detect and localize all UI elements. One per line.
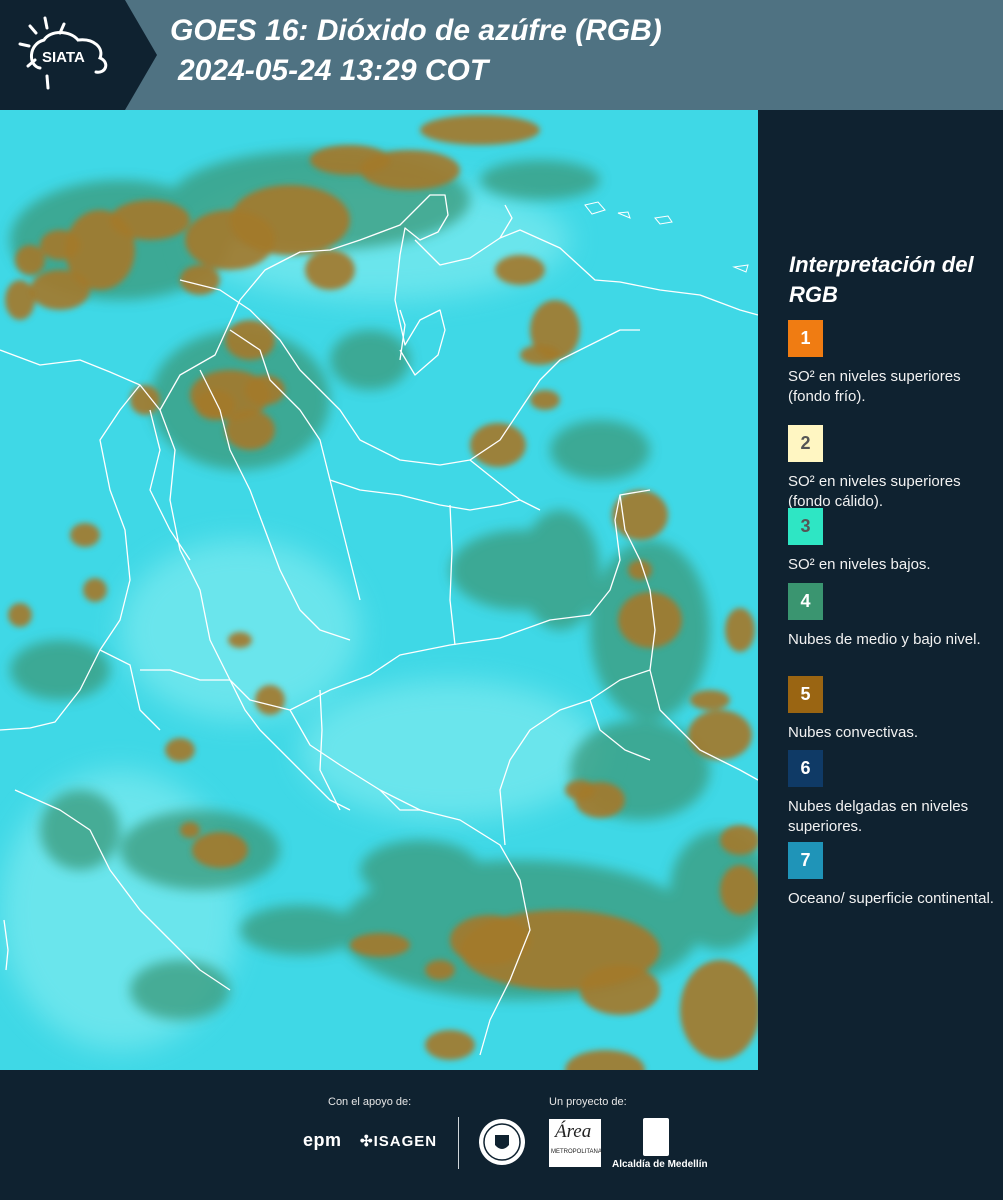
isagen-text: ISAGEN <box>373 1133 438 1150</box>
legend-swatch: 6 <box>788 750 823 787</box>
header-bar: SIATA GOES 16: Dióxido de azúfre (RGB) 2… <box>0 0 1003 110</box>
legend-label: Oceano/ superficie continental. <box>788 890 994 907</box>
alcaldia-label: Alcaldía de Medellín <box>612 1159 708 1170</box>
legend-swatch: 7 <box>788 842 823 879</box>
legend-swatch: 1 <box>788 320 823 357</box>
footer: Con el apoyo de: Un proyecto de: epm ✣IS… <box>0 1070 1003 1200</box>
legend-label: SO² en niveles superiores (fondo frío). <box>788 368 961 405</box>
legend-swatch: 5 <box>788 676 823 713</box>
footer-divider <box>458 1117 459 1169</box>
area-metropolitana-logo: Área METROPOLITANA <box>549 1119 602 1167</box>
isagen-mark-icon: ✣ <box>360 1133 374 1150</box>
legend-item: 7 Oceano/ superficie continental. <box>788 842 998 909</box>
legend-label: SO² en niveles superiores (fondo cálido)… <box>788 473 961 510</box>
legend-label: Nubes delgadas en niveles superiores. <box>788 798 969 835</box>
legend-panel: Interpretación del RGB 1 SO² en niveles s… <box>758 110 1003 1070</box>
area-logo-text: Área <box>555 1121 592 1142</box>
area-logo-subtext: METROPOLITANA <box>551 1149 602 1155</box>
legend-swatch: 2 <box>788 425 823 462</box>
legend-title: Interpretación del RGB <box>789 252 974 307</box>
legend-label: SO² en niveles bajos. <box>788 556 931 573</box>
logo-badge: SIATA <box>0 0 157 110</box>
legend-label: Nubes convectivas. <box>788 724 919 741</box>
project-label: Un proyecto de: <box>549 1096 627 1108</box>
page-timestamp: 2024-05-24 13:29 COT <box>178 54 489 87</box>
satellite-map <box>0 110 758 1070</box>
legend-item: 6 Nubes delgadas en niveles superiores. <box>788 750 998 837</box>
legend-swatch: 3 <box>788 508 823 545</box>
rgb-composite-image <box>0 110 758 1070</box>
legend-item: 4 Nubes de medio y bajo nivel. <box>788 583 998 650</box>
support-label: Con el apoyo de: <box>328 1096 412 1108</box>
epm-logo: epm <box>303 1130 342 1150</box>
medellin-seal-icon <box>479 1119 525 1165</box>
legend-item: 3 SO² en niveles bajos. <box>788 508 998 575</box>
legend-item: 1 SO² en niveles superiores (fondo frío). <box>788 320 998 407</box>
legend-label: Nubes de medio y bajo nivel. <box>788 631 981 648</box>
page-title: GOES 16: Dióxido de azúfre (RGB) <box>170 14 662 47</box>
siata-logo: SIATA <box>0 0 160 110</box>
legend-item: 5 Nubes convectivas. <box>788 676 998 743</box>
legend-swatch: 4 <box>788 583 823 620</box>
logo-text: SIATA <box>42 49 85 66</box>
isagen-logo: ✣ISAGEN <box>360 1132 437 1150</box>
alcaldia-shield-icon <box>643 1118 669 1156</box>
legend-item: 2 SO² en niveles superiores (fondo cálido… <box>788 425 998 512</box>
